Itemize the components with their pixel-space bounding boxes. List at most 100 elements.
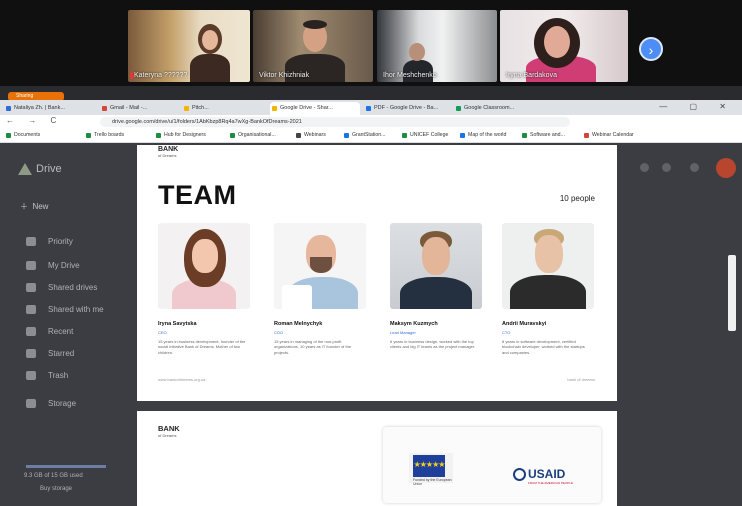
address-bar[interactable]: drive.google.com/drive/u/1/folders/1AbKb… [100,117,570,127]
bookmarks-bar: Documents Trello boards Hub for Designer… [0,129,742,143]
bookmark[interactable]: Map of the world [460,130,506,141]
clock-icon [26,327,36,337]
share-icon [26,305,36,315]
usaid-logo: USAID FROM THE AMERICAN PEOPLE [513,467,579,487]
eu-flag-icon: ★★★★★ [413,455,445,477]
bookmark-icon [230,133,235,138]
avatar[interactable] [716,158,736,178]
browser-tab[interactable]: Google Classroom... [454,102,538,115]
site-icon [184,106,189,111]
eu-caption: Funded by the European Union [413,478,452,486]
member-name: Iryna Savytska [158,321,197,327]
drive-icon [272,106,277,111]
participant-tile[interactable]: Viktor Khizhniak [253,10,373,82]
member-name: Maksym Kuzmych [390,321,438,327]
member-photo [390,223,482,309]
chevron-right-icon[interactable]: › [639,37,663,61]
sidebar-item-recent[interactable]: Recent [26,327,73,337]
bookmark[interactable]: GrantStation... [344,130,385,141]
usaid-seal-icon [513,468,526,481]
bookmark[interactable]: Organisational... [230,130,276,141]
browser-tab-bar: Nataliya Zh. | Bank... Gmail - Mail -...… [0,100,742,115]
team-slide: BANK of Dreams TEAM 10 people Iryna Savyt… [137,145,617,401]
priority-icon [26,237,36,247]
sidebar-item-starred[interactable]: Starred [26,349,74,359]
cloud-icon [26,399,36,409]
storage-bar [26,465,106,468]
sidebar-item-trash[interactable]: Trash [26,371,68,381]
drive-icon [366,106,371,111]
window-controls[interactable]: — ▢ ✕ [659,102,736,111]
usaid-tagline: FROM THE AMERICAN PEOPLE [528,481,573,485]
member-role: CEO [158,330,167,335]
page-title: TEAM [158,180,237,210]
bookmark-icon [344,133,349,138]
nav-buttons[interactable]: ← → C [6,116,62,125]
member-role: Lead Manager [390,330,416,335]
usaid-wordmark: USAID [528,467,566,481]
bookmark-icon [156,133,161,138]
scrollbar[interactable] [728,255,736,331]
classroom-icon [456,106,461,111]
sidebar-item-my-drive[interactable]: My Drive [26,261,80,271]
participant-name: Ihor Meshchenko [383,72,437,79]
member-bio: 15 years in managing of the non-profit o… [274,339,352,355]
gmail-icon [102,106,107,111]
trash-icon [26,371,36,381]
participant-name: Viktor Khizhniak [259,72,310,79]
star-icon [26,349,36,359]
participant-tile[interactable]: Iryna Bardakova [500,10,628,82]
partner-logos-card: ★★★★★ Funded by the European Union USAID… [383,427,601,503]
participant-name: Kateryna ?????? [134,72,188,79]
participant-tile[interactable]: Kateryna ?????? [128,10,250,82]
people-count: 10 people [559,194,595,203]
video-call-strip: Kateryna ?????? Viktor Khizhniak Ihor Me… [0,0,742,86]
sidebar-item-shared-with-me[interactable]: Shared with me [26,305,104,315]
member-bio: 8 years in software development, certifi… [502,339,585,355]
browser-tab[interactable]: Nataliya Zh. | Bank... [4,102,96,115]
bookmark[interactable]: Webinar Calendar [584,130,634,141]
bookmark[interactable]: Trello boards [86,130,124,141]
bookmark-icon [6,133,11,138]
eu-logo: ★★★★★ Funded by the European Union [409,453,453,486]
member-role: COO [274,330,284,335]
slide-footer-brand: bank of dreams [567,377,595,382]
bookmark-icon [86,133,91,138]
browser-tab-active[interactable]: Google Drive - Shar... [270,102,360,115]
buy-storage-link[interactable]: Buy storage [40,486,72,492]
bookmark-icon [402,133,407,138]
site-icon [6,106,11,111]
member-name: Roman Melnychyk [274,321,323,327]
member-photo [158,223,250,309]
bookmark-icon [296,133,301,138]
drive-logo: Drive [18,163,62,176]
bookmark-icon [522,133,527,138]
sidebar-item-storage[interactable]: Storage [26,399,76,409]
sidebar-item-priority[interactable]: Priority [26,237,73,247]
browser-tab[interactable]: PDF - Google Drive - Ba... [364,102,450,115]
bookmark[interactable]: UNICEF College [402,130,448,141]
new-button[interactable]: ＋ New [20,201,48,212]
browser-tab[interactable]: Pitch... [182,102,266,115]
help-icon[interactable] [662,163,671,172]
browser-tab[interactable]: Gmail - Mail -... [100,102,178,115]
sidebar-item-shared-drives[interactable]: Shared drives [26,283,97,293]
bookmark[interactable]: Documents [6,130,40,141]
member-name: Andrii Muravskyi [502,321,547,327]
storage-text: 9.3 GB of 15 GB used [24,473,83,479]
member-bio: 15 years in business development, founde… [158,339,246,355]
bookmark[interactable]: Webinars [296,130,326,141]
participant-tile[interactable]: Ihor Meshchenko [377,10,497,82]
bookmark-icon [460,133,465,138]
folder-icon [26,261,36,271]
drive-icon [18,163,32,176]
participant-name: Iryna Bardakova [506,72,557,79]
member-photo [274,223,366,309]
bookmark[interactable]: Software and... [522,130,565,141]
apps-icon[interactable] [690,163,699,172]
bookmark[interactable]: Hub for Designers [156,130,206,141]
brand-logo: BANK of Dreams [158,146,179,158]
people-icon [26,283,36,293]
slide-footer-url: www.bankofdreams.org.ua [158,377,206,382]
settings-icon[interactable] [640,163,649,172]
